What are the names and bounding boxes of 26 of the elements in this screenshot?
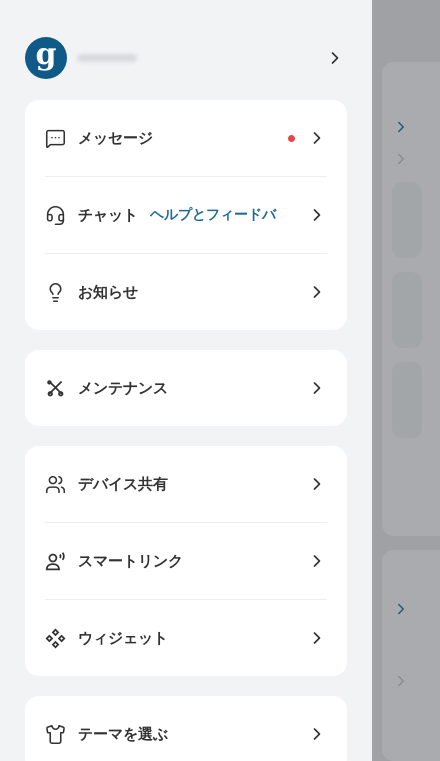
avatar[interactable]: g xyxy=(25,37,67,79)
menu-label: ウィジェット xyxy=(78,628,168,648)
tools-icon xyxy=(45,378,66,398)
menu-label: メッセージ xyxy=(78,128,153,148)
blurred-name xyxy=(77,54,137,62)
person-voice-icon xyxy=(45,550,66,572)
people-icon xyxy=(45,474,66,494)
menu-label: チャット xyxy=(78,206,138,224)
menu-item[interactable]: テーマを選ぶ xyxy=(45,696,327,761)
menu-item[interactable]: お知らせ xyxy=(45,253,327,330)
menu-subtitle: ヘルプとフィードバ xyxy=(150,206,278,224)
menu-item[interactable]: スマートリンク xyxy=(45,522,327,599)
headset-icon xyxy=(45,204,66,226)
menu-label: メンテナンス xyxy=(78,378,168,398)
menu-item[interactable]: デバイス共有 xyxy=(45,446,327,522)
menu-item[interactable]: チャット ヘルプとフィードバ xyxy=(45,176,327,253)
menu-item[interactable]: メンテナンス xyxy=(45,350,327,426)
message-icon xyxy=(45,128,66,148)
menu-item[interactable]: メッセージ xyxy=(45,100,327,176)
menu-label: デバイス共有 xyxy=(78,474,168,494)
widget-icon xyxy=(45,628,66,648)
menu-label: お知らせ xyxy=(78,282,138,302)
menu-item[interactable]: ウィジェット xyxy=(45,599,327,676)
shirt-icon xyxy=(45,724,66,744)
menu-label: テーマを選ぶ xyxy=(78,724,168,744)
menu-label: スマートリンク xyxy=(78,552,183,570)
